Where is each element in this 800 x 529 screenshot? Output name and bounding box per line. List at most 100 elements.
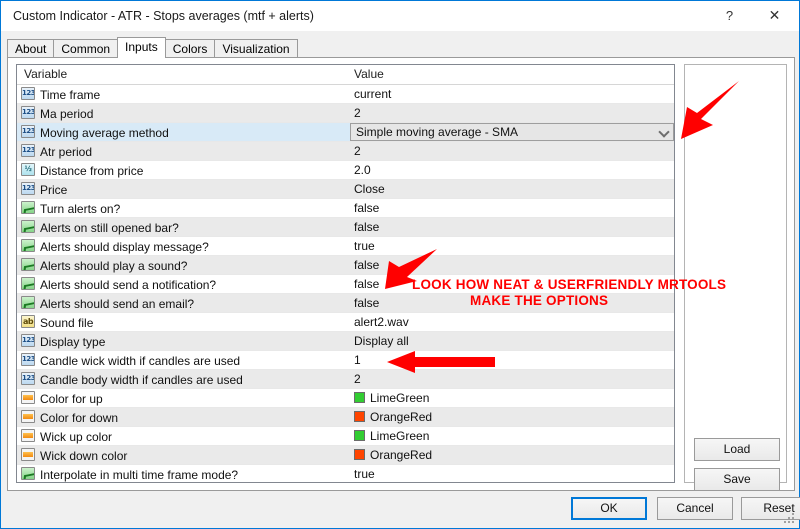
resize-grip[interactable] [784, 513, 796, 525]
row-label: Alerts on still opened bar? [40, 220, 179, 235]
title-bar: Custom Indicator - ATR - Stops averages … [1, 1, 799, 31]
grid-row[interactable]: Turn alerts on? false [17, 199, 674, 218]
load-button[interactable]: Load [694, 438, 780, 461]
row-value-cell[interactable]: false [354, 294, 379, 312]
property-grid[interactable]: Variable Value 123 Time frame current 123 Ma… [16, 64, 675, 483]
grid-row[interactable]: 123 Price Close [17, 180, 674, 199]
color-swatch [354, 411, 365, 422]
int-icon: 123 [21, 182, 35, 195]
moving-average-method-dropdown[interactable]: Simple moving average - SMA [350, 123, 674, 141]
save-button[interactable]: Save [694, 468, 780, 491]
row-label: Alerts should send a notification? [40, 277, 217, 292]
row-value-cell[interactable]: true [354, 237, 375, 255]
tab-visualization[interactable]: Visualization [214, 39, 298, 58]
close-icon[interactable]: ✕ [752, 1, 797, 30]
row-name-cell: Alerts should send an email? [17, 294, 348, 312]
row-value-cell[interactable]: OrangeRed [354, 446, 432, 464]
row-value-text: LimeGreen [370, 391, 430, 405]
row-value-text: 2 [354, 106, 361, 120]
grid-row[interactable]: Alerts should play a sound? false [17, 256, 674, 275]
grid-row[interactable]: ½ Distance from price 2.0 [17, 161, 674, 180]
row-name-cell: Color for up [17, 389, 348, 407]
grid-row[interactable]: Color for down OrangeRed [17, 408, 674, 427]
row-value-cell[interactable]: false [354, 218, 379, 236]
grid-row[interactable]: Color for up LimeGreen [17, 389, 674, 408]
row-value-text: OrangeRed [370, 410, 433, 424]
grid-row[interactable]: Wick down color OrangeRed [17, 446, 674, 465]
grid-row[interactable]: 123 Candle body width if candles are used… [17, 370, 674, 389]
row-label: Price [40, 182, 68, 197]
row-value-cell[interactable]: false [354, 275, 379, 293]
grid-row[interactable]: Interpolate in multi time frame mode? tru… [17, 465, 674, 482]
row-name-cell: ½ Distance from price [17, 161, 348, 179]
tab-common[interactable]: Common [53, 39, 119, 58]
row-value-text: 2 [354, 372, 361, 386]
row-label: Moving average method [40, 125, 169, 140]
grid-row[interactable]: 123 Atr period 2 [17, 142, 674, 161]
row-value-text: true [354, 467, 375, 481]
row-value-cell[interactable]: current [354, 85, 391, 103]
grid-row[interactable]: 123 Time frame current [17, 85, 674, 104]
custom-indicator-dialog: Custom Indicator - ATR - Stops averages … [0, 0, 800, 529]
row-value-cell[interactable]: LimeGreen [354, 427, 429, 445]
row-value-cell[interactable]: true [354, 465, 375, 482]
row-value-text: alert2.wav [354, 315, 409, 329]
bool-icon [21, 277, 35, 290]
row-value-cell[interactable]: 2.0 [354, 161, 371, 179]
row-value-cell[interactable]: alert2.wav [354, 313, 409, 331]
row-name-cell: 123 Candle body width if candles are used [17, 370, 348, 388]
grid-row[interactable]: Alerts should display message? true [17, 237, 674, 256]
row-label: Display type [40, 334, 106, 349]
tab-about[interactable]: About [7, 39, 55, 58]
row-value-cell[interactable]: Display all [354, 332, 409, 350]
row-value-cell[interactable]: 2 [354, 142, 361, 160]
row-value-text: 2 [354, 144, 361, 158]
row-name-cell: Alerts should send a notification? [17, 275, 348, 293]
row-value-text: Close [354, 182, 385, 196]
row-label: Atr period [40, 144, 93, 159]
row-value-text: OrangeRed [370, 448, 433, 462]
int-icon: 123 [21, 87, 35, 100]
row-value-cell[interactable]: false [354, 256, 379, 274]
grid-header-row: Variable Value [17, 65, 674, 85]
row-value-text: 1 [354, 353, 361, 367]
row-value-cell[interactable]: 2 [354, 370, 361, 388]
int-icon: 123 [21, 106, 35, 119]
row-name-cell: Wick down color [17, 446, 348, 464]
help-button[interactable]: ? [707, 1, 752, 30]
row-label: Time frame [40, 87, 101, 102]
row-value-cell[interactable]: 1 [354, 351, 361, 369]
column-header-variable: Variable [24, 67, 68, 81]
int-icon: 123 [21, 144, 35, 157]
row-label: Turn alerts on? [40, 201, 121, 216]
row-name-cell: Turn alerts on? [17, 199, 348, 217]
grid-row[interactable]: ab Sound file alert2.wav [17, 313, 674, 332]
row-label: Alerts should display message? [40, 239, 209, 254]
row-value-cell[interactable]: false [354, 199, 379, 217]
cancel-button[interactable]: Cancel [657, 497, 733, 520]
grid-row[interactable]: Wick up color LimeGreen [17, 427, 674, 446]
grid-row[interactable]: 123 Moving average method Simple moving av… [17, 123, 674, 142]
bool-icon [21, 296, 35, 309]
chevron-down-icon[interactable] [660, 128, 669, 134]
row-value-cell[interactable]: 2 [354, 104, 361, 122]
tab-bar: About Common Inputs Colors Visualization [7, 37, 793, 58]
color-swatch [354, 392, 365, 403]
row-value-text: LimeGreen [370, 429, 430, 443]
grid-row[interactable]: 123 Ma period 2 [17, 104, 674, 123]
row-label: Alerts should send an email? [40, 296, 195, 311]
grid-row[interactable]: 123 Display type Display all [17, 332, 674, 351]
row-value-cell[interactable]: OrangeRed [354, 408, 432, 426]
row-name-cell: 123 Price [17, 180, 348, 198]
ok-button[interactable]: OK [571, 497, 647, 520]
tab-colors[interactable]: Colors [164, 39, 216, 58]
int-icon: 123 [21, 334, 35, 347]
bool-icon [21, 201, 35, 214]
row-value-cell[interactable]: Close [354, 180, 385, 198]
tab-inputs[interactable]: Inputs [117, 37, 166, 58]
grid-row[interactable]: Alerts on still opened bar? false [17, 218, 674, 237]
row-name-cell: Color for down [17, 408, 348, 426]
row-value-cell[interactable]: LimeGreen [354, 389, 429, 407]
row-label: Wick down color [40, 448, 128, 463]
grid-row[interactable]: 123 Candle wick width if candles are used… [17, 351, 674, 370]
